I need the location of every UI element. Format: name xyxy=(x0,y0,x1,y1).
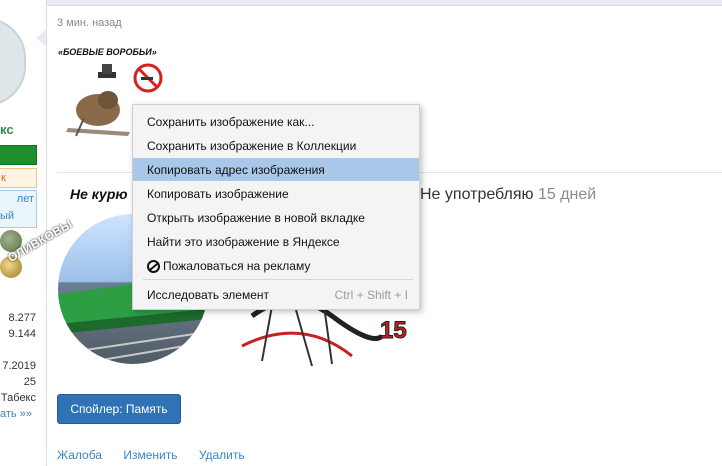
stat-value: 9.144 xyxy=(8,328,36,340)
more-link[interactable]: ать »» xyxy=(0,408,32,420)
top-bar xyxy=(0,0,722,6)
title-badge: лет ый xyxy=(0,190,37,228)
delete-link[interactable]: Удалить xyxy=(199,448,245,462)
stat-value: 8.277 xyxy=(8,312,36,324)
title-badge-line: лет xyxy=(16,193,34,205)
menu-item-label: Исследовать элемент xyxy=(147,288,270,302)
menu-report-ad[interactable]: Пожаловаться на рекламу xyxy=(133,254,419,277)
quit-smoking-label: Не курю xyxy=(70,186,128,202)
stat-value: 7.2019 xyxy=(2,360,36,372)
menu-item-label: Сохранить изображение как... xyxy=(147,115,315,129)
title-badge-line: ый xyxy=(0,210,15,222)
menu-inspect-element[interactable]: Исследовать элемент Ctrl + Shift + I xyxy=(133,283,419,306)
menu-save-image-as[interactable]: Сохранить изображение как... xyxy=(133,110,419,133)
status-badge xyxy=(0,145,37,165)
menu-copy-image[interactable]: Копировать изображение xyxy=(133,182,419,205)
edit-link[interactable]: Изменить xyxy=(123,448,177,462)
menu-item-label: Копировать адрес изображения xyxy=(147,163,325,177)
report-link[interactable]: Жалоба xyxy=(57,448,102,462)
menu-item-label: Копировать изображение xyxy=(147,187,289,201)
signature-title: «БОЕВЫЕ ВОРОБЬИ» xyxy=(58,47,157,57)
username[interactable]: кс xyxy=(0,122,14,137)
avatar[interactable] xyxy=(0,18,26,106)
avatar-pointer xyxy=(36,30,46,46)
menu-item-label: Найти это изображение в Яндексе xyxy=(147,235,340,249)
svg-text:15: 15 xyxy=(380,317,407,344)
post-timestamp[interactable]: 3 мин. назад xyxy=(57,17,122,29)
stat-value: Табекс xyxy=(0,392,36,404)
menu-save-to-collections[interactable]: Сохранить изображение в Коллекции xyxy=(133,134,419,157)
post-actions: Жалоба Изменить Удалить xyxy=(57,448,263,462)
menu-item-label: Пожаловаться на рекламу xyxy=(163,259,311,273)
menu-copy-image-address[interactable]: Копировать адрес изображения xyxy=(133,158,419,181)
menu-item-shortcut: Ctrl + Shift + I xyxy=(334,288,408,302)
sparrow-image[interactable] xyxy=(58,58,138,158)
sobriety-label: Не употребляю xyxy=(420,186,534,203)
spoiler-button[interactable]: Спойлер: Память xyxy=(57,394,181,424)
menu-open-image-new-tab[interactable]: Открыть изображение в новой вкладке xyxy=(133,206,419,229)
no-smoking-icon xyxy=(133,63,163,93)
rank-badge: к xyxy=(0,168,37,188)
ban-icon xyxy=(147,260,160,273)
menu-search-image-yandex[interactable]: Найти это изображение в Яндексе xyxy=(133,230,419,253)
context-menu: Сохранить изображение как... Сохранить и… xyxy=(132,104,420,310)
menu-item-label: Открыть изображение в новой вкладке xyxy=(147,211,365,225)
sobriety-counter: Не употребляю 15 дней xyxy=(420,186,596,204)
sobriety-days: 15 дней xyxy=(537,186,597,203)
menu-separator xyxy=(143,279,413,280)
menu-item-label: Сохранить изображение в Коллекции xyxy=(147,139,357,153)
stat-value: 25 xyxy=(23,376,36,388)
